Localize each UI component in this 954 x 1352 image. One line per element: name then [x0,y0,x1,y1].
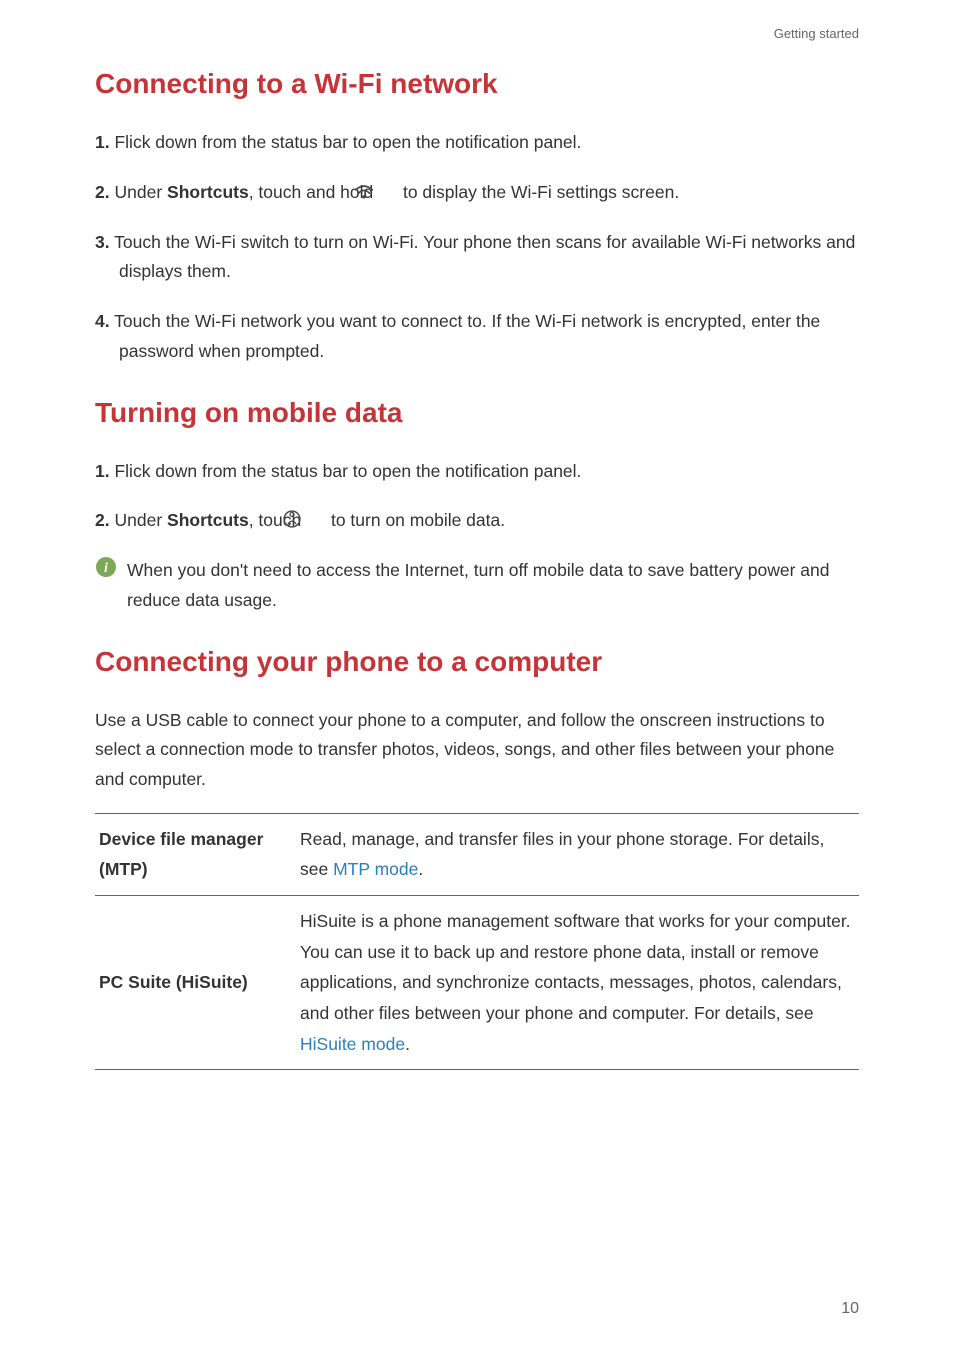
page-number: 10 [841,1300,859,1318]
mode-label-mtp: Device file manager (MTP) [95,813,300,895]
mobile-step-1: 1. Flick down from the status bar to ope… [95,457,859,487]
mobile-data-icon [306,509,326,527]
link-mtp-mode[interactable]: MTP mode [333,859,418,879]
heading-wifi: Connecting to a Wi-Fi network [95,68,859,100]
heading-mobile-data: Turning on mobile data [95,397,859,429]
note-text: When you don't need to access the Intern… [127,556,859,616]
step-text: Touch the Wi-Fi network you want to conn… [114,311,820,361]
mode-desc-hisuite: HiSuite is a phone management software t… [300,896,859,1070]
step-number: 3. [95,232,110,252]
wifi-icon [378,181,398,199]
step-number: 4. [95,311,110,331]
computer-intro: Use a USB cable to connect your phone to… [95,706,859,795]
desc-post: . [418,859,423,879]
step-bold: Shortcuts [167,182,249,202]
connection-mode-table: Device file manager (MTP) Read, manage, … [95,813,859,1070]
step-suffix: to turn on mobile data. [326,510,505,530]
mobile-steps: 1. Flick down from the status bar to ope… [95,457,859,537]
desc-pre: HiSuite is a phone management software t… [300,911,851,1023]
mobile-step-2: 2. Under Shortcuts, touch to turn on mob… [95,506,859,536]
wifi-step-4: 4. Touch the Wi-Fi network you want to c… [95,307,859,367]
mode-desc-mtp: Read, manage, and transfer files in your… [300,813,859,895]
table-row: PC Suite (HiSuite) HiSuite is a phone ma… [95,896,859,1070]
step-suffix: to display the Wi-Fi settings screen. [398,182,679,202]
step-number: 1. [95,461,110,481]
wifi-step-1: 1. Flick down from the status bar to ope… [95,128,859,158]
info-icon: i [95,556,117,588]
wifi-steps: 1. Flick down from the status bar to ope… [95,128,859,367]
breadcrumb: Getting started [774,26,859,41]
step-text: Flick down from the status bar to open t… [114,132,581,152]
step-text: Flick down from the status bar to open t… [114,461,581,481]
desc-post: . [405,1034,410,1054]
step-number: 1. [95,132,110,152]
mode-label-hisuite: PC Suite (HiSuite) [95,896,300,1070]
link-hisuite-mode[interactable]: HiSuite mode [300,1034,405,1054]
svg-text:i: i [104,561,108,576]
step-prefix: Under [114,182,167,202]
step-number: 2. [95,182,110,202]
step-prefix: Under [114,510,167,530]
step-bold: Shortcuts [167,510,249,530]
wifi-step-3: 3. Touch the Wi-Fi switch to turn on Wi-… [95,228,859,288]
table-row: Device file manager (MTP) Read, manage, … [95,813,859,895]
step-number: 2. [95,510,110,530]
mobile-data-note: i When you don't need to access the Inte… [95,556,859,616]
wifi-step-2: 2. Under Shortcuts, touch and hold to di… [95,178,859,208]
step-text: Touch the Wi-Fi switch to turn on Wi-Fi.… [114,232,855,282]
heading-computer: Connecting your phone to a computer [95,646,859,678]
